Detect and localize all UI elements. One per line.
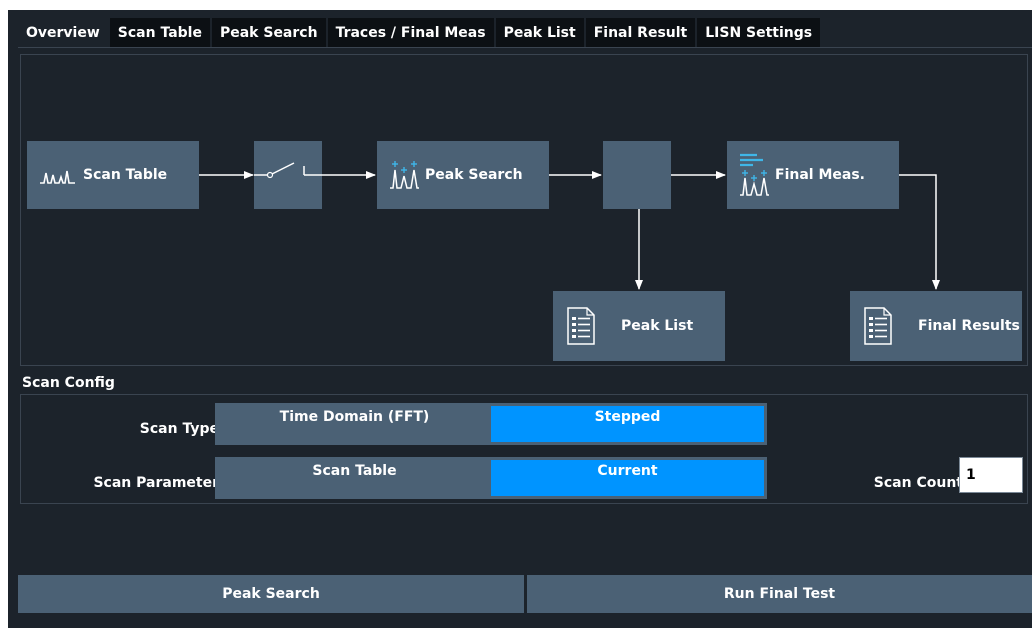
scan-type-selector[interactable]: Time Domain (FFT) Stepped <box>215 403 767 445</box>
scan-type-label: Scan Type <box>139 421 219 437</box>
final-meas-block[interactable]: Final Meas. <box>727 141 899 209</box>
list-document-icon <box>567 307 595 345</box>
scan-parameter-option-current[interactable]: Current <box>491 460 764 496</box>
scan-parameter-selector[interactable]: Scan Table Current <box>215 457 767 499</box>
scan-trace-icon <box>39 163 79 187</box>
final-meas-label: Final Meas. <box>775 167 865 183</box>
tab-lisn-settings[interactable]: LISN Settings <box>697 18 821 48</box>
run-final-test-button[interactable]: Run Final Test <box>527 575 1032 613</box>
scan-parameter-option-scan-table[interactable]: Scan Table <box>218 460 491 496</box>
peak-list-block[interactable]: Peak List <box>553 291 725 361</box>
scan-parameter-label: Scan Parameter <box>93 475 219 491</box>
router-block[interactable] <box>603 141 671 209</box>
tab-underline <box>18 47 1032 48</box>
tab-final-result[interactable]: Final Result <box>585 18 696 48</box>
list-document-icon <box>864 307 892 345</box>
tab-bar: Overview Scan Table Peak Search Traces /… <box>18 18 822 48</box>
tab-overview[interactable]: Overview <box>18 18 108 48</box>
switch-block[interactable] <box>254 141 322 209</box>
final-results-block[interactable]: Final Results <box>850 291 1022 361</box>
tab-peak-search[interactable]: Peak Search <box>211 18 326 48</box>
scan-type-option-stepped[interactable]: Stepped <box>491 406 764 442</box>
scan-count-input[interactable]: 1 <box>959 457 1023 493</box>
scan-count-label: Scan Count <box>873 475 963 491</box>
tab-scan-table[interactable]: Scan Table <box>109 18 210 48</box>
peak-search-label: Peak Search <box>425 167 523 183</box>
tab-traces-final-meas[interactable]: Traces / Final Meas <box>327 18 494 48</box>
peak-search-block[interactable]: Peak Search <box>377 141 549 209</box>
scan-table-label: Scan Table <box>83 167 168 183</box>
scan-table-block[interactable]: Scan Table <box>27 141 199 209</box>
peak-search-button[interactable]: Peak Search <box>18 575 524 613</box>
tab-peak-list[interactable]: Peak List <box>495 18 584 48</box>
scan-config-panel: Scan Type Time Domain (FFT) Stepped Scan… <box>20 394 1028 504</box>
scan-config-title: Scan Config <box>22 375 115 391</box>
app-window: Overview Scan Table Peak Search Traces /… <box>8 10 1032 628</box>
switch-icon <box>254 162 322 179</box>
final-results-label: Final Results <box>918 318 1020 334</box>
peak-list-label: Peak List <box>621 318 694 334</box>
overview-diagram: Scan Table Peak Search Final Meas. Peak … <box>20 54 1028 366</box>
scan-type-option-fft[interactable]: Time Domain (FFT) <box>218 406 491 442</box>
